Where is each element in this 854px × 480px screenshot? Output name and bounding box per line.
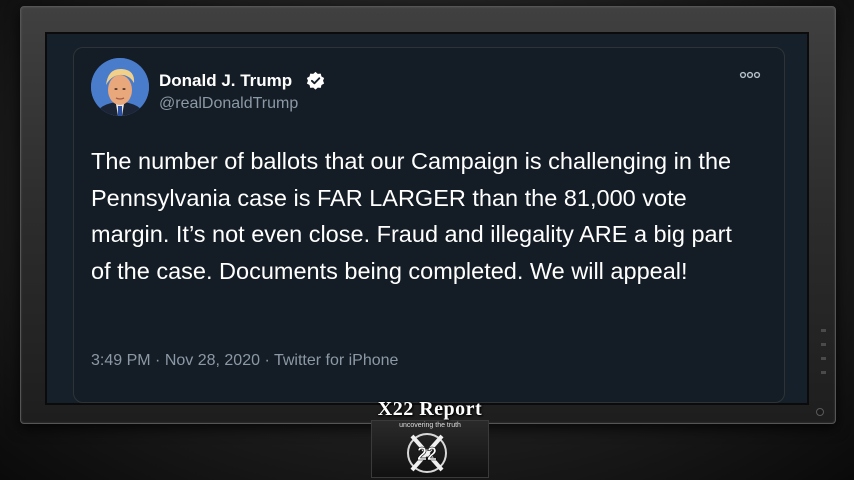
x22-emblem-text: 22: [417, 444, 437, 464]
monitor-screen: Donald J. Trump @realDonaldTrump The num…: [45, 32, 809, 405]
meta-separator: ·: [150, 352, 165, 369]
monitor-frame: Donald J. Trump @realDonaldTrump The num…: [20, 6, 836, 424]
tweet-text: The number of ballots that our Campaign …: [91, 148, 732, 284]
more-options-icon[interactable]: [739, 70, 761, 80]
monitor-button[interactable]: [821, 371, 826, 374]
author-handle[interactable]: @realDonaldTrump: [159, 95, 298, 113]
tweet-time[interactable]: 3:49 PM: [91, 352, 151, 369]
tweet-date[interactable]: Nov 28, 2020: [165, 352, 260, 369]
x22-emblem-icon: 22: [407, 433, 447, 473]
power-button-icon[interactable]: [816, 408, 824, 416]
monitor-button[interactable]: [821, 329, 826, 332]
tweet-source[interactable]: Twitter for iPhone: [274, 352, 399, 369]
avatar[interactable]: [91, 58, 149, 116]
x22-report-title: X22 Report: [377, 398, 483, 420]
verified-badge-icon: [306, 71, 325, 90]
monitor-button[interactable]: [821, 343, 826, 346]
monitor-button[interactable]: [821, 357, 826, 360]
avatar-image: [91, 58, 149, 116]
x22-report-subtitle: uncovering the truth: [399, 422, 461, 429]
meta-separator: ·: [260, 352, 274, 369]
tweet-meta: 3:49 PM · Nov 28, 2020 · Twitter for iPh…: [91, 352, 398, 370]
author-name[interactable]: Donald J. Trump: [159, 71, 292, 91]
